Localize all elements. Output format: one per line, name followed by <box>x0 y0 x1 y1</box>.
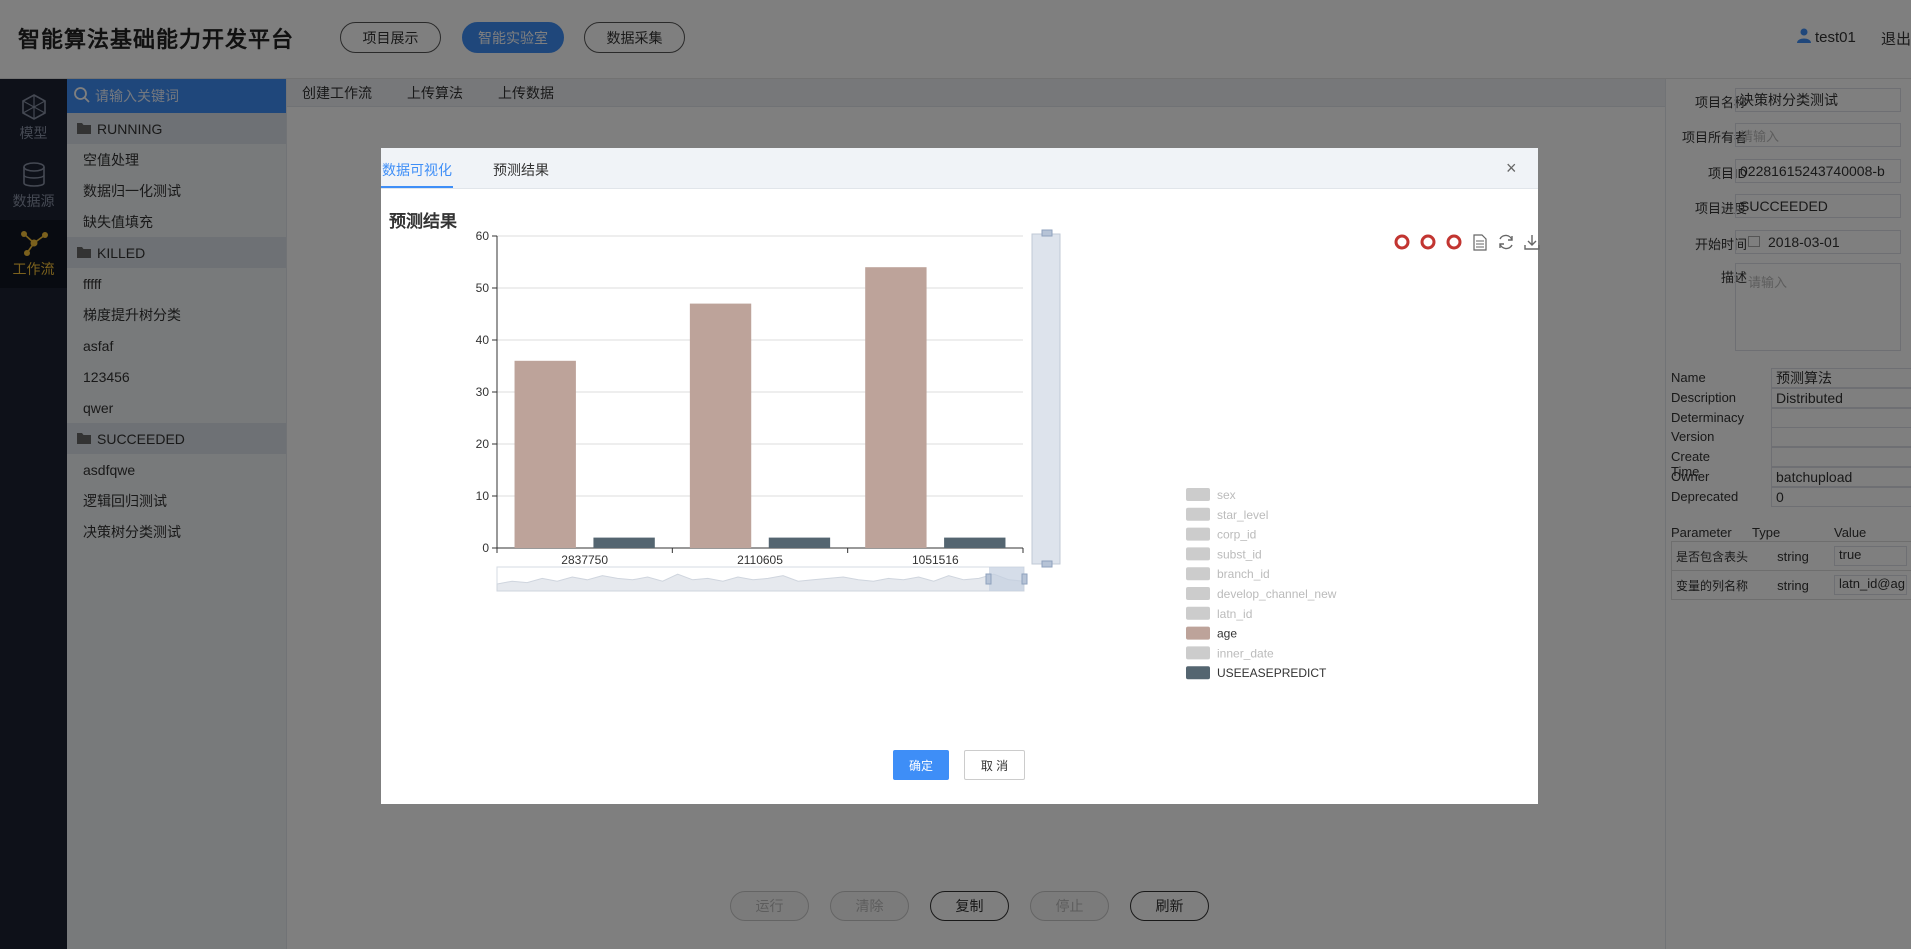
legend-label: age <box>1217 627 1237 641</box>
x-tick-label: 2110605 <box>737 553 783 567</box>
cancel-button[interactable]: 取 消 <box>964 750 1025 780</box>
legend-item-star-level[interactable]: star_level <box>1186 507 1268 522</box>
confirm-button[interactable]: 确定 <box>893 750 949 780</box>
zoom-handle[interactable] <box>985 573 992 585</box>
legend-swatch <box>1186 646 1210 660</box>
zoom-handle[interactable] <box>1041 560 1053 568</box>
legend-item-latn-id[interactable]: latn_id <box>1186 606 1252 621</box>
bar-chart: 0 10 20 30 40 50 60 2837750 2110605 1051516 sex sta… <box>476 229 1337 680</box>
chart-plot-area: 0 10 20 30 40 50 60 2837750 2110605 1051516 <box>476 229 1024 567</box>
y-tick-label: 10 <box>476 489 490 503</box>
zoom-track <box>1031 233 1061 565</box>
y-tick-label: 0 <box>482 541 489 555</box>
legend-swatch <box>1186 606 1210 620</box>
legend-swatch <box>1186 567 1210 581</box>
legend-swatch <box>1186 547 1210 561</box>
bar-useeasepredict[interactable] <box>768 537 831 548</box>
legend-item-subst-id[interactable]: subst_id <box>1186 547 1262 561</box>
y-tick-label: 30 <box>476 385 490 399</box>
bar-age[interactable] <box>514 360 576 548</box>
y-tick-label: 60 <box>476 229 490 243</box>
legend-item-age[interactable]: age <box>1186 626 1237 641</box>
legend-label: sex <box>1217 488 1236 502</box>
legend-label: latn_id <box>1217 607 1252 621</box>
legend-swatch <box>1186 527 1210 541</box>
x-tick-label: 2837750 <box>561 553 608 567</box>
bar-age[interactable] <box>689 303 752 548</box>
y-tick-label: 40 <box>476 333 490 347</box>
y-tick-label: 50 <box>476 281 490 295</box>
x-tick-label: 1051516 <box>912 553 959 567</box>
legend-item-inner-date[interactable]: inner_date <box>1186 646 1274 660</box>
zoom-handle[interactable] <box>1021 573 1028 585</box>
legend-label: star_level <box>1217 508 1268 522</box>
legend-swatch <box>1186 507 1210 521</box>
legend-swatch <box>1186 626 1210 640</box>
legend-label: USEEASEPREDICT <box>1217 666 1327 680</box>
legend-swatch <box>1186 587 1210 600</box>
legend-label: inner_date <box>1217 646 1274 660</box>
legend-item-sex[interactable]: sex <box>1186 488 1236 502</box>
chart-legend: sex star_level corp_id subst_id branch_iddev… <box>1186 488 1337 680</box>
legend-label: develop_channel_new <box>1217 587 1337 601</box>
legend-item-branch-id[interactable]: branch_id <box>1186 567 1270 581</box>
legend-swatch <box>1186 488 1210 501</box>
legend-label: corp_id <box>1217 528 1256 542</box>
legend-item-corp-id[interactable]: corp_id <box>1186 527 1256 542</box>
legend-label: branch_id <box>1217 567 1270 581</box>
legend-item-useeasepredict[interactable]: USEEASEPREDICT <box>1186 666 1327 680</box>
zoom-handle[interactable] <box>1041 229 1053 237</box>
y-tick-label: 20 <box>476 437 490 451</box>
bar-useeasepredict[interactable] <box>593 537 655 548</box>
x-zoom-slider[interactable] <box>496 566 1028 592</box>
bar-age[interactable] <box>865 267 927 548</box>
legend-label: subst_id <box>1217 547 1262 561</box>
modal-footer: 确定 取 消 <box>893 750 1025 780</box>
legend-swatch <box>1186 666 1210 680</box>
y-zoom-slider[interactable] <box>1031 229 1061 568</box>
legend-item-develop-channel-new[interactable]: develop_channel_new <box>1186 587 1337 601</box>
bar-useeasepredict[interactable] <box>944 537 1006 548</box>
visualization-modal: 数据可视化 预测结果 × 预测结果 0 10 20 30 40 50 60 2837750 21… <box>381 148 1540 804</box>
zoom-window[interactable] <box>989 567 1024 591</box>
